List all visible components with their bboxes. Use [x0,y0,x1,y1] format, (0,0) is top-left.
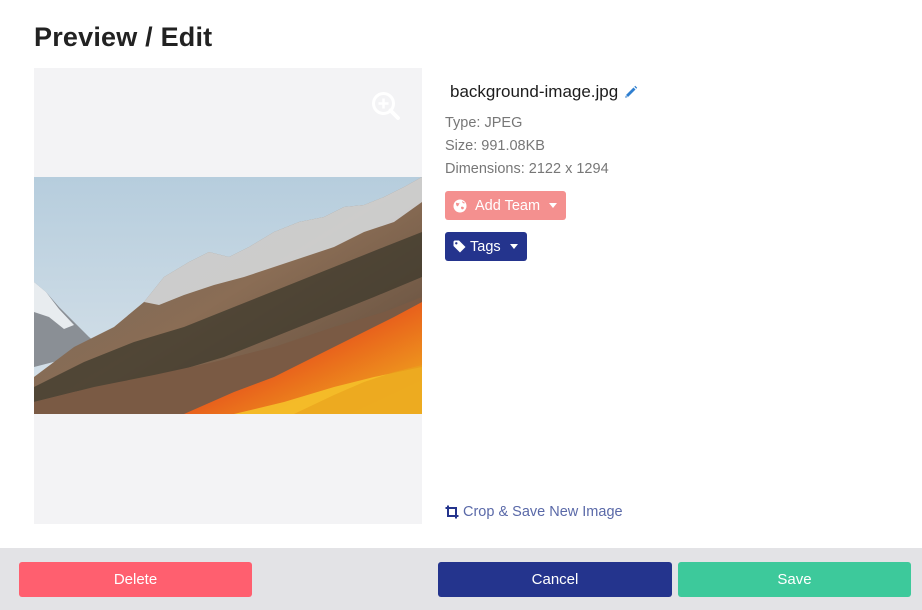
zoom-in-icon[interactable] [371,91,401,121]
delete-button[interactable]: Delete [19,562,252,597]
chevron-down-icon [509,244,518,249]
file-type: Type: JPEG [445,115,523,131]
modal-footer: Delete Cancel Save [0,548,922,610]
chevron-down-icon [549,203,558,208]
add-team-dropdown[interactable]: Add Team [445,191,567,220]
save-button[interactable]: Save [678,562,911,597]
add-team-label: Add Team [475,197,541,214]
tags-dropdown[interactable]: Tags [445,232,527,261]
tag-icon [453,240,466,253]
filename-row: background-image.jpg [450,80,905,104]
file-dimensions: Dimensions: 2122 x 1294 [445,161,609,177]
cancel-button[interactable]: Cancel [438,562,672,597]
crop-icon [445,505,459,519]
file-metadata: Type: JPEG Size: 991.08KB Dimensions: 21… [445,112,905,181]
file-details-panel: background-image.jpg Type: JPEG Size: 99… [445,80,905,261]
globe-icon [453,199,467,212]
image-preview-panel [34,68,422,524]
pencil-icon[interactable] [624,85,638,99]
page-title: Preview / Edit [34,22,213,52]
tags-label: Tags [470,238,501,255]
file-name: background-image.jpg [450,82,619,101]
crop-save-label: Crop & Save New Image [463,504,623,520]
file-size: Size: 991.08KB [445,138,545,154]
preview-image [34,177,422,414]
crop-save-link[interactable]: Crop & Save New Image [445,504,623,520]
